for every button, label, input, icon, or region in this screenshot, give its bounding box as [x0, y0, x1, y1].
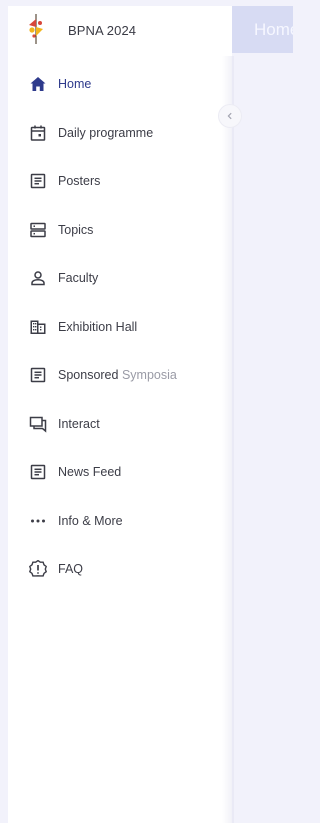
collapse-sidebar-button[interactable] [218, 104, 242, 128]
sidebar: BPNA 2024 Home Daily programme Posters T… [8, 6, 232, 823]
nav-item-label: Posters [58, 174, 101, 189]
top-bar: Home [232, 6, 293, 53]
nav-item-interact[interactable]: Interact [8, 400, 232, 449]
calendar-icon [29, 124, 47, 142]
nav-item-label: News Feed [58, 465, 122, 480]
chevron-left-icon [227, 112, 232, 120]
document-icon [29, 366, 47, 384]
nav-item-label: Daily programme [58, 125, 154, 140]
document-icon [29, 463, 47, 481]
nav-item-posters[interactable]: Posters [8, 157, 232, 206]
nav-item-news-feed[interactable]: News Feed [8, 448, 232, 497]
person-icon [29, 269, 47, 287]
nav-list: Home Daily programme Posters Topics Facu… [8, 60, 232, 594]
nav-item-label: Home [58, 77, 92, 92]
app-title: BPNA 2024 [68, 23, 137, 38]
nav-item-topics[interactable]: Topics [8, 206, 232, 255]
nav-item-label: Interact [58, 416, 100, 431]
app-logo [29, 14, 43, 44]
nav-item-sponsored-symposia[interactable]: Sponsored Symposia [8, 351, 232, 400]
more-icon [29, 512, 47, 530]
nav-item-label: Faculty [58, 271, 99, 286]
nav-item-home[interactable]: Home [8, 60, 232, 109]
nav-item-faq[interactable]: FAQ [8, 545, 232, 594]
nav-item-label: Sponsored Symposia [58, 368, 177, 383]
alert-badge-icon [29, 560, 47, 578]
nav-item-label: FAQ [58, 562, 84, 577]
home-icon [29, 75, 47, 93]
page-title: Home [254, 20, 293, 39]
nav-item-daily-programme[interactable]: Daily programme [8, 109, 232, 158]
chat-icon [29, 415, 47, 433]
brand-header[interactable]: BPNA 2024 [8, 6, 232, 52]
nav-item-info-more[interactable]: Info & More [8, 497, 232, 546]
nav-item-exhibition-hall[interactable]: Exhibition Hall [8, 303, 232, 352]
document-icon [29, 172, 47, 190]
nav-item-label: Info & More [58, 513, 123, 528]
nav-item-label: Topics [58, 222, 94, 237]
building-icon [29, 318, 47, 336]
nav-item-label: Exhibition Hall [58, 319, 138, 334]
server-icon [29, 221, 47, 239]
nav-item-faculty[interactable]: Faculty [8, 254, 232, 303]
